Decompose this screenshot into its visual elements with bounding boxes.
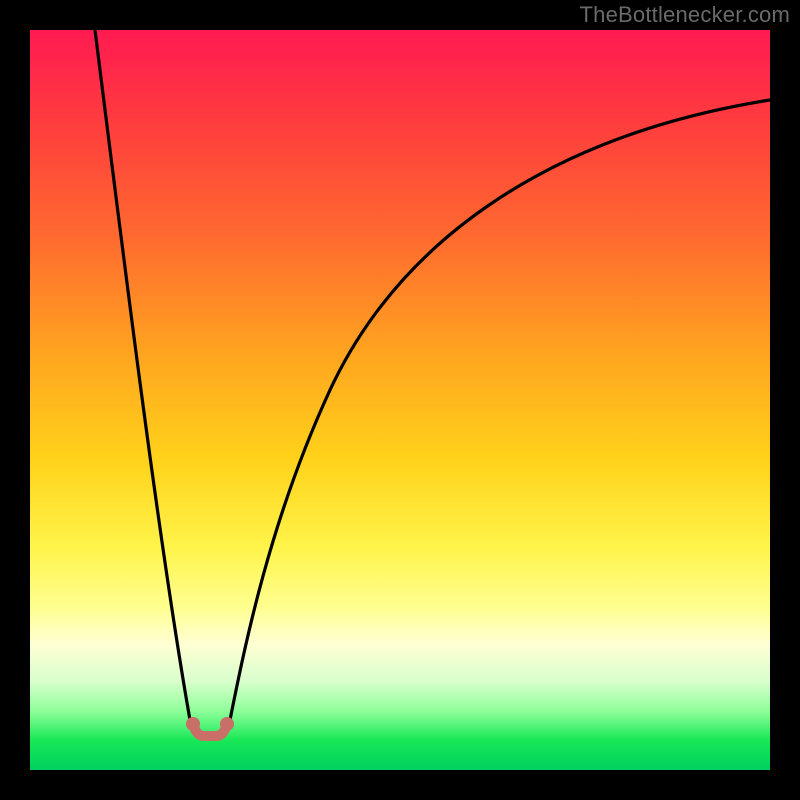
watermark-text: TheBottlenecker.com xyxy=(580,2,790,28)
curve-left xyxy=(95,30,199,733)
curve-right xyxy=(221,100,770,733)
chart-container: TheBottlenecker.com xyxy=(0,0,800,800)
curves-svg xyxy=(30,30,770,770)
trough-dot-right xyxy=(220,717,234,731)
plot-area xyxy=(30,30,770,770)
trough-dot-left xyxy=(186,717,200,731)
